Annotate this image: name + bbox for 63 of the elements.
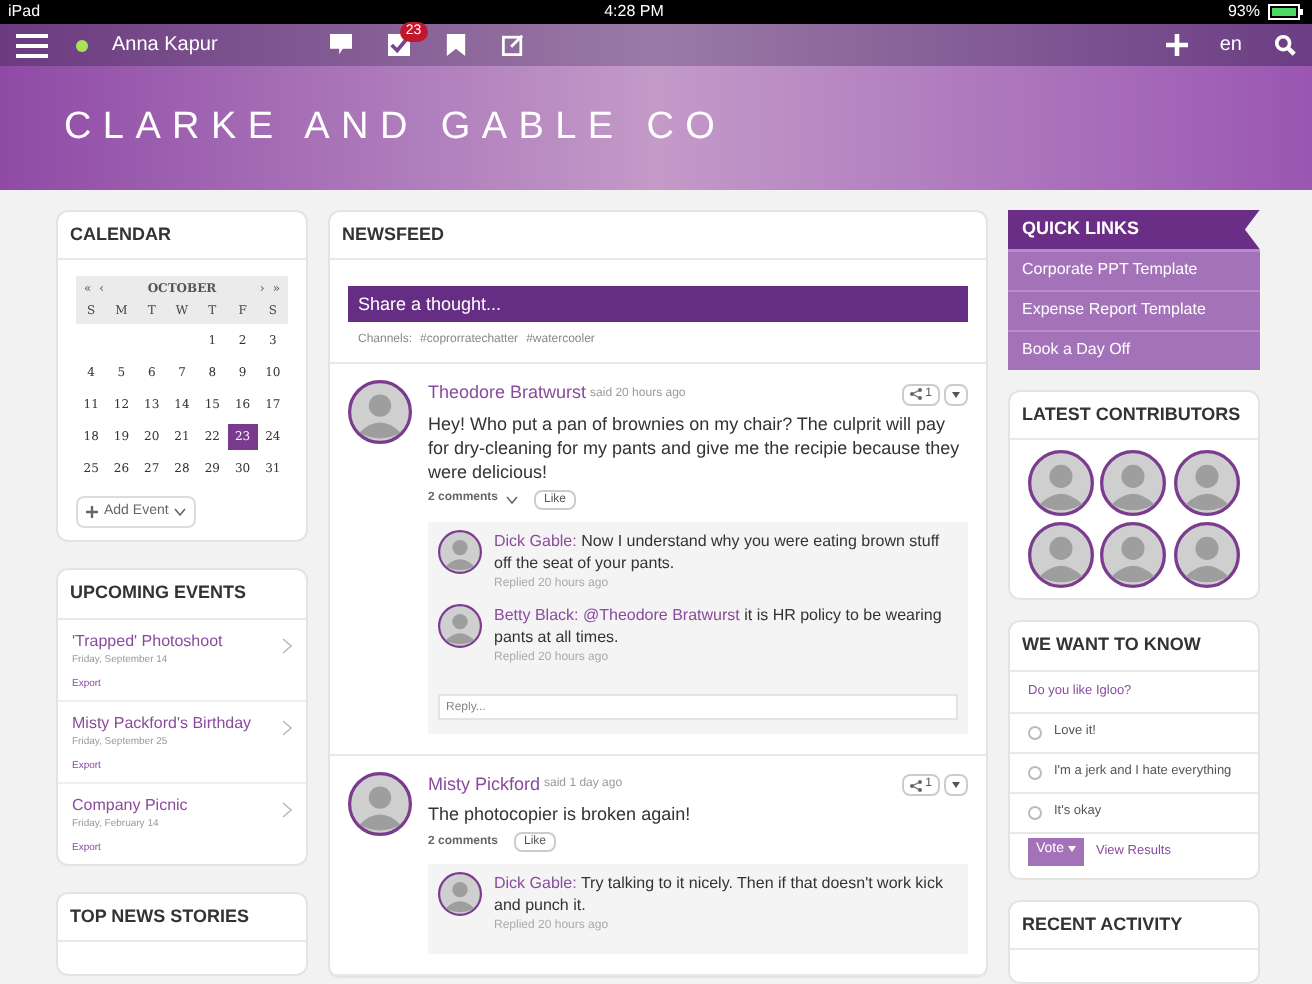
card-title: LATEST CONTRIBUTORS [1010,391,1258,441]
plus-icon [86,506,98,519]
quick-link[interactable]: Corporate PPT Template [1008,249,1260,290]
user-name[interactable]: Anna Kapur [112,30,218,61]
search-icon[interactable] [1274,34,1296,57]
plus-icon[interactable] [1165,34,1188,57]
event-title[interactable]: Company Picnic [72,793,282,818]
avatar [1173,450,1240,517]
caret-icon [1068,845,1077,852]
battery-icon [1267,4,1304,20]
avatar [1028,450,1095,517]
edit-icon[interactable] [501,34,524,57]
chevron-right-icon [282,637,292,654]
company-name: CLARKE AND GABLE CO [64,103,727,152]
avatar [1028,522,1095,589]
bookmark-icon[interactable] [445,34,466,57]
card-title: UPCOMING EVENTS [58,570,306,620]
menu-icon[interactable] [16,33,48,58]
chevron-down-icon[interactable] [506,495,519,504]
radio-button[interactable] [1028,805,1042,819]
chevron-down-icon [174,508,187,517]
quick-links-header: QUICK LINKS [1008,209,1260,250]
battery-level: 93% [1227,0,1260,24]
card-title: CALENDAR [58,211,306,261]
reply-text: Dick Gable: Now I understand why you were eating brown stuff off the seat of your pants. [494,529,942,574]
checkbox-icon[interactable] [387,34,410,57]
avatar [438,872,482,917]
avatar [438,529,482,574]
avatar [1100,522,1167,589]
reply-text: Dick Gable: Try talking to it nicely. Then if that doesn't work kick and punch it. [494,872,945,917]
share-icon [909,779,922,791]
card-title: TOP NEWS STORIES [58,893,306,943]
avatar [438,603,482,648]
quick-link[interactable]: Expense Report Template [1008,289,1260,330]
language-selector[interactable]: en [1219,30,1242,61]
share-field[interactable]: Share a thought... [348,286,968,323]
avatar [348,380,412,445]
radio-button[interactable] [1028,765,1042,779]
chevron-right-icon [282,801,292,818]
avatar [348,771,412,836]
caret-icon [952,391,960,397]
quick-link[interactable]: Book a Day Off [1008,329,1260,370]
post-text: The photocopier is broken again! [428,802,693,827]
speech-bubble-icon[interactable] [329,34,352,57]
radio-button[interactable] [1028,725,1042,739]
chevron-right-icon [282,719,292,736]
share-icon [909,388,922,400]
post-menu-button[interactable] [944,774,968,796]
post-author[interactable]: Misty Pickford [428,771,541,799]
caret-icon [952,782,960,788]
event-title[interactable]: 'Trapped' Photoshoot [72,629,282,654]
reply-text: Betty Black: @Theodore Bratwurst it is HR policy to be wearing pants at all times. [494,603,944,648]
device-name: iPad [8,0,41,24]
post-menu-button[interactable] [944,383,968,405]
avatar [1173,522,1240,589]
card-title: WE WANT TO KNOW [1010,622,1258,672]
avatar [1100,450,1167,517]
card-title: NEWSFEED [330,211,986,261]
card-title: RECENT ACTIVITY [1010,901,1258,950]
clock: 4:28 PM [604,0,664,24]
post-text: Hey! Who put a pan of brownies on my chair? The culprit will pay for dry-cleaning for my pants and give me the recipie because they were delicious! [428,411,962,484]
post-author[interactable]: Theodore Bratwurst [428,380,587,408]
event-title[interactable]: Misty Packford's Birthday [72,711,282,736]
